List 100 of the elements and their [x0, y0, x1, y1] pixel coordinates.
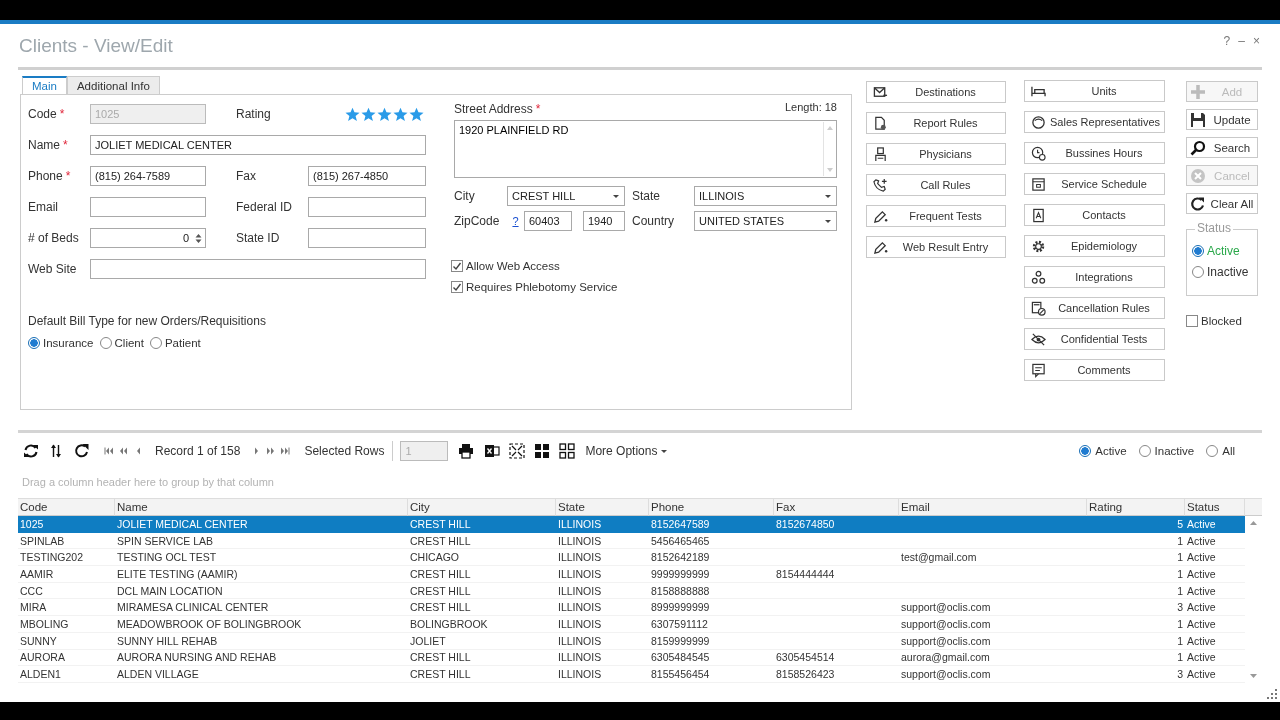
head-icon [1031, 114, 1046, 130]
toolbar-button[interactable]: Comments [1024, 359, 1165, 381]
toolbar-button[interactable]: Service Schedule [1024, 173, 1165, 195]
dropdown[interactable]: CREST HILL [507, 186, 625, 206]
radio-button[interactable]: Inactive [1138, 445, 1195, 457]
table-cell: 8158526423 [774, 666, 899, 683]
caret-icon [824, 218, 832, 224]
column-header [1245, 498, 1262, 516]
column-header[interactable]: City [408, 498, 556, 516]
field-label: Name * [28, 137, 69, 154]
grid-outline-icon[interactable] [559, 443, 576, 459]
star-icon [393, 106, 408, 122]
toolbar-button[interactable]: Confidential Tests [1024, 328, 1165, 350]
column-header[interactable]: Rating [1087, 498, 1185, 516]
toolbar-button[interactable]: Integrations [1024, 266, 1165, 288]
table-cell: 1025 [18, 516, 115, 533]
table-cell: CREST HILL [408, 666, 556, 683]
text-field[interactable]: JOLIET MEDICAL CENTER [90, 135, 426, 155]
table-cell: SUNNY HILL REHAB [115, 632, 408, 650]
radio-button[interactable]: Inactive [1192, 265, 1257, 279]
toolbar-button[interactable]: Epidemiology [1024, 235, 1165, 257]
toolbar-button[interactable]: Sales Representatives [1024, 111, 1165, 133]
menu-button[interactable]: More Options [585, 444, 669, 458]
dropdown[interactable]: UNITED STATES [694, 211, 837, 231]
text-area[interactable]: 1920 PLAINFIELD RD [454, 120, 837, 178]
table-cell: ELITE TESTING (AAMIR) [115, 566, 408, 583]
star-icon [361, 106, 376, 122]
radio-button[interactable]: Active [1079, 445, 1127, 457]
text-field[interactable]: 1940 [583, 211, 625, 231]
toolbar-button[interactable]: Destinations [866, 81, 1006, 103]
toolbar-button[interactable]: Call Rules [866, 174, 1006, 196]
text-field[interactable] [90, 259, 426, 279]
text-field[interactable]: (815) 264-7589 [90, 166, 206, 186]
text-field[interactable] [308, 197, 426, 217]
table-cell: support@oclis.com [899, 666, 1087, 683]
radio-button[interactable]: All [1206, 445, 1235, 457]
resize-grip-icon[interactable] [1267, 689, 1277, 699]
star-icon [345, 106, 360, 122]
column-header[interactable]: Name [115, 498, 408, 516]
table-cell: 8159999999 [649, 632, 774, 650]
column-header[interactable]: Fax [774, 498, 899, 516]
field-label: Street Address * [454, 101, 541, 117]
redo-icon[interactable] [74, 443, 90, 459]
table-cell: AURORA NURSING AND REHAB [115, 649, 408, 667]
table-cell: ILLINOIS [556, 582, 649, 600]
toolbar-button[interactable]: Report Rules [866, 112, 1006, 134]
table-cell: 1 [1087, 582, 1185, 600]
text-field[interactable] [90, 197, 206, 217]
column-header[interactable]: State [556, 498, 649, 516]
table-cell: ILLINOIS [556, 632, 649, 650]
table-cell: SPIN SERVICE LAB [115, 532, 408, 550]
toolbar-button[interactable]: Cancellation Rules [1024, 297, 1165, 319]
tab[interactable]: Main [22, 76, 67, 94]
column-header[interactable]: Status [1185, 498, 1245, 516]
spreadsheet-icon[interactable] [484, 443, 501, 459]
checkbox[interactable]: Allow Web Access [451, 260, 837, 272]
toolbar-button[interactable]: Bussines Hours [1024, 142, 1165, 164]
table-cell: 3 [1087, 599, 1185, 617]
toolbar-button[interactable]: Frequent Tests [866, 205, 1006, 227]
column-header[interactable]: Phone [649, 498, 774, 516]
table-cell: Active [1185, 516, 1245, 533]
help-button[interactable]: ? [1223, 33, 1231, 48]
radio-button[interactable]: Patient [149, 337, 201, 349]
printer-icon[interactable] [458, 443, 475, 459]
table-cell: CREST HILL [408, 649, 556, 667]
minimize-button[interactable]: – [1238, 33, 1245, 48]
action-button[interactable]: Update [1186, 109, 1258, 130]
checkbox[interactable]: Blocked [1186, 315, 1258, 327]
text-field[interactable]: 60403 [524, 211, 572, 231]
help-link[interactable]: ? [507, 215, 524, 227]
length-counter: Length: 18 [785, 101, 837, 115]
dropdown[interactable]: ILLINOIS [694, 186, 837, 206]
toolbar-button[interactable]: Units [1024, 80, 1165, 102]
toolbar-button[interactable]: Web Result Entry [866, 236, 1006, 258]
toolbar-button[interactable]: Contacts [1024, 204, 1165, 226]
text-field[interactable] [308, 228, 426, 248]
radio-button[interactable]: Insurance [28, 337, 94, 349]
action-button[interactable]: Search [1186, 137, 1258, 158]
number-field[interactable]: 0 [90, 228, 206, 248]
action-button[interactable]: Clear All [1186, 193, 1258, 214]
close-button[interactable]: × [1253, 33, 1260, 48]
radio-button[interactable]: Client [99, 337, 144, 349]
table-cell: 1 [1087, 632, 1185, 650]
text-field[interactable]: (815) 267-4850 [308, 166, 426, 186]
table-cell: SPINLAB [18, 532, 115, 550]
tab[interactable]: Additional Info [66, 76, 160, 94]
column-header[interactable]: Email [899, 498, 1087, 516]
table-cell: 1 [1087, 649, 1185, 667]
contact-card-icon [1031, 207, 1046, 223]
pen-icon [873, 239, 888, 255]
table-cell: 1 [1087, 549, 1185, 567]
toolbar-button[interactable]: Physicians [866, 143, 1006, 165]
checkbox[interactable]: Requires Phlebotomy Service [451, 281, 837, 293]
expand-icon[interactable] [509, 443, 526, 459]
column-header[interactable]: Code [18, 498, 115, 516]
table-cell: 1 [1087, 566, 1185, 583]
table-cell: 8154444444 [774, 566, 899, 583]
refresh-icon[interactable] [23, 443, 39, 459]
sort-icon[interactable] [50, 443, 62, 459]
grid-view-icon[interactable] [534, 443, 551, 459]
